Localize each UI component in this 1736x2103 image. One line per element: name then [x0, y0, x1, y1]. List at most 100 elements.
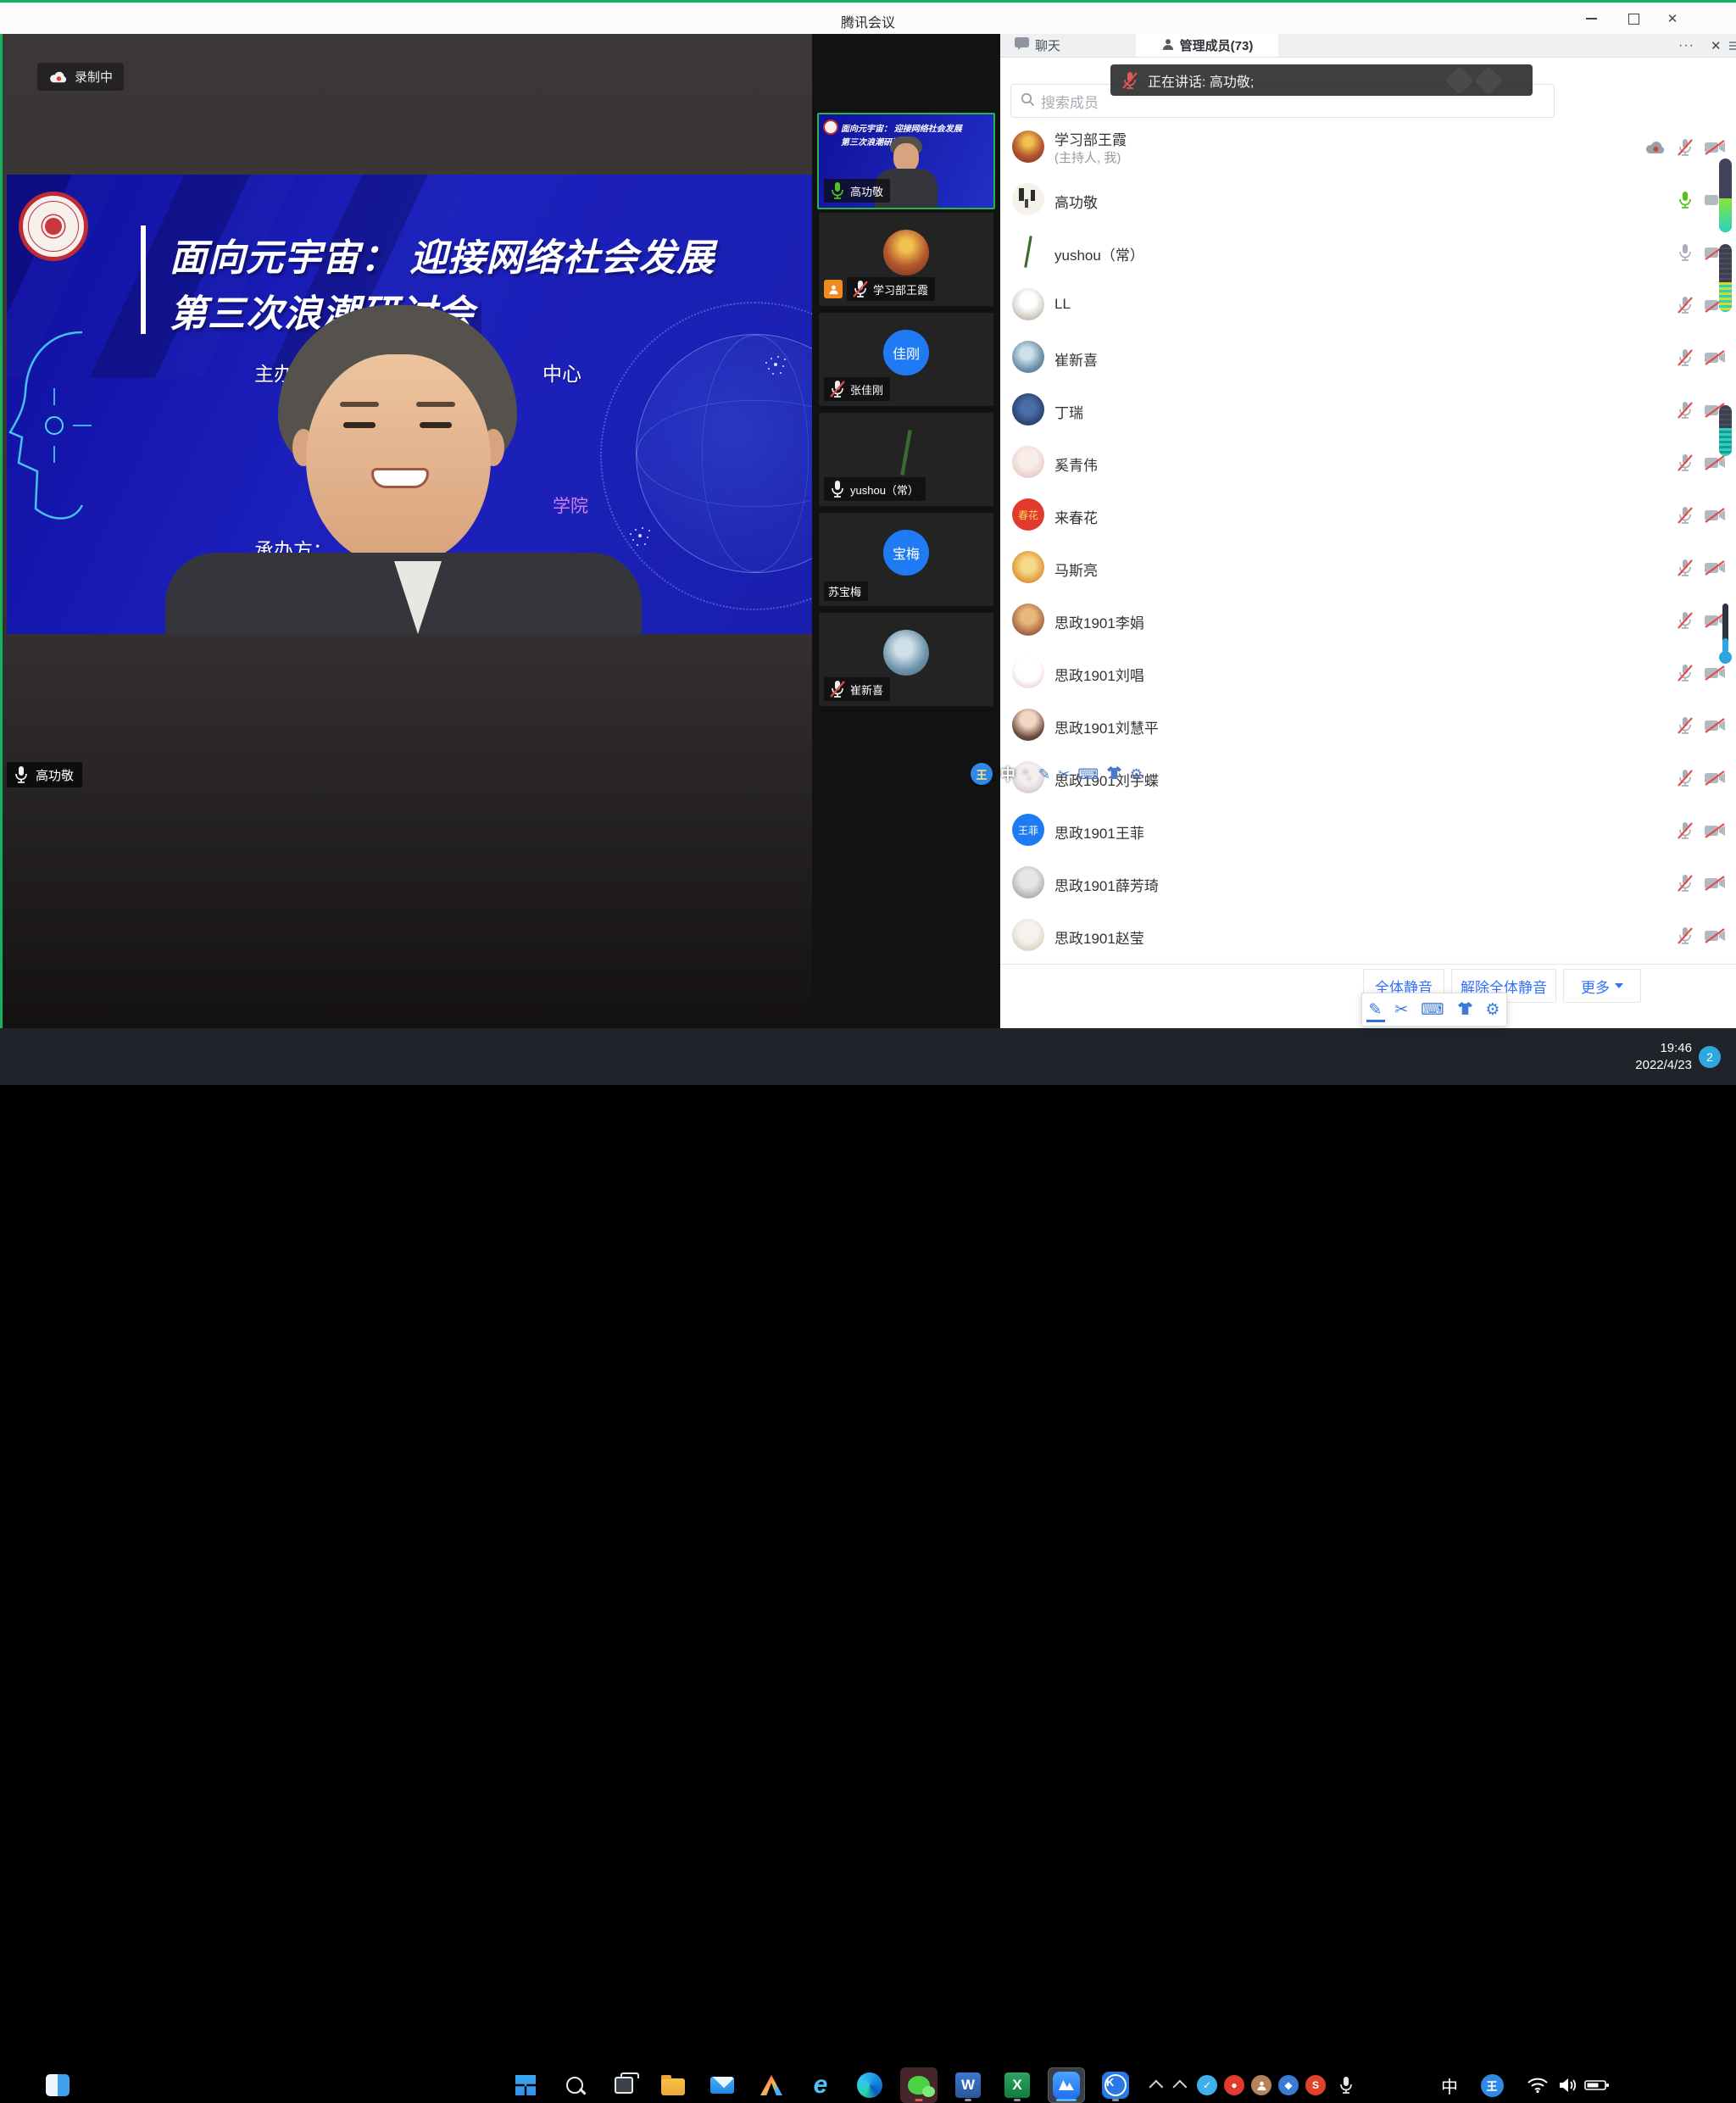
member-row[interactable]: 学习部王霞 (主持人, 我)	[1000, 121, 1736, 174]
taskbar-clock[interactable]: 19:46 2022/4/23	[1602, 1040, 1692, 1075]
camera-off-icon[interactable]	[1704, 139, 1726, 156]
ime-logo-icon[interactable]: 王	[1473, 2067, 1511, 2103]
member-row[interactable]: yushou（常）	[1000, 226, 1736, 279]
member-row[interactable]: 思政1901赵莹	[1000, 910, 1736, 962]
close-button[interactable]: ✕	[1660, 8, 1685, 30]
member-row[interactable]: 马斯亮	[1000, 542, 1736, 594]
mic-muted-icon[interactable]	[1676, 453, 1694, 473]
mic-muted-icon[interactable]	[1676, 873, 1694, 893]
pen-icon[interactable]: ✎	[1368, 1002, 1382, 1018]
camera-off-icon[interactable]	[1704, 454, 1726, 471]
skin-shirt-icon[interactable]	[1457, 1001, 1473, 1019]
member-row[interactable]: 思政1901刘慧平	[1000, 699, 1736, 752]
mic-muted-icon[interactable]	[1676, 137, 1694, 158]
avatar: 佳刚	[883, 330, 929, 376]
ime-mode-indicator[interactable]: 中	[1431, 2067, 1468, 2103]
ime-logo-icon[interactable]: 王	[971, 763, 993, 785]
ime-mode-indicator[interactable]: 中	[1000, 763, 1015, 785]
task-view-button[interactable]	[605, 2067, 643, 2103]
mic-muted-icon[interactable]	[1676, 505, 1694, 526]
camera-off-icon[interactable]	[1704, 927, 1726, 944]
member-row[interactable]: 思政1901李娟	[1000, 594, 1736, 647]
notification-badge[interactable]: 2	[1699, 1046, 1721, 1068]
maximize-button[interactable]	[1621, 8, 1646, 30]
excel-icon[interactable]: X	[999, 2067, 1036, 2103]
member-row[interactable]: 丁瑞	[1000, 384, 1736, 437]
keyboard-icon[interactable]: ⌨	[1077, 767, 1099, 782]
tab-chat[interactable]: 聊天	[1002, 34, 1072, 57]
volume-slider[interactable]	[1719, 604, 1732, 668]
mail-icon[interactable]	[704, 2067, 741, 2103]
edge-icon[interactable]	[851, 2067, 888, 2103]
mic-muted-icon[interactable]	[1676, 558, 1694, 578]
member-row[interactable]: 崔新喜	[1000, 331, 1736, 384]
member-row[interactable]: 思政1901刘唱	[1000, 647, 1736, 699]
tray-mic-icon[interactable]	[1327, 2067, 1365, 2103]
panel-hamburger-icon[interactable]	[1729, 40, 1736, 52]
widgets-icon[interactable]	[39, 2067, 76, 2103]
scissors-icon[interactable]: ✂	[1394, 1002, 1408, 1018]
mic-muted-icon[interactable]	[1676, 768, 1694, 788]
member-row[interactable]: 思政1901薛芳琦	[1000, 857, 1736, 910]
volume-meter[interactable]	[1719, 405, 1732, 456]
video-thumbnail[interactable]: 佳刚张佳刚	[819, 313, 993, 406]
member-name: 思政1901赵莹	[1054, 926, 1144, 948]
member-row[interactable]: 王菲 思政1901王菲	[1000, 804, 1736, 857]
ime-toolbox[interactable]: ✎ ✂ ⌨ ⚙	[1361, 993, 1507, 1026]
scissors-icon[interactable]: ✂	[1058, 767, 1070, 782]
camera-off-icon[interactable]	[1704, 875, 1726, 892]
wechat-icon[interactable]	[900, 2067, 938, 2103]
member-row[interactable]: LL	[1000, 279, 1736, 331]
gear-icon[interactable]: ⚙	[1130, 767, 1143, 782]
start-button[interactable]	[507, 2067, 544, 2103]
mic-muted-icon[interactable]	[1676, 295, 1694, 315]
word-icon[interactable]: W	[949, 2067, 987, 2103]
minimize-button[interactable]	[1578, 8, 1604, 30]
panel-close-icon[interactable]: ✕	[1711, 34, 1722, 57]
mic-icon[interactable]	[1676, 242, 1694, 263]
mic-muted-icon[interactable]	[1676, 715, 1694, 736]
member-row[interactable]: 奚青伟	[1000, 437, 1736, 489]
video-thumbnail[interactable]: 崔新喜	[819, 613, 993, 706]
video-thumbnail[interactable]: yushou（常）	[819, 413, 993, 506]
photos-app-icon[interactable]	[753, 2067, 790, 2103]
skin-shirt-icon[interactable]	[1106, 765, 1122, 782]
volume-meter[interactable]	[1719, 244, 1732, 312]
search-button[interactable]	[556, 2067, 593, 2103]
battery-icon[interactable]	[1578, 2067, 1616, 2103]
mic-muted-icon[interactable]	[1676, 610, 1694, 631]
toast-text: 正在讲话: 高功敬;	[1148, 70, 1254, 91]
panel-more-menu[interactable]: ···	[1678, 34, 1694, 57]
camera-off-icon[interactable]	[1704, 349, 1726, 366]
gear-icon[interactable]: ⚙	[1485, 1002, 1500, 1018]
ime-status-bar[interactable]: 王 中 °, ✎ ✂ ⌨ ⚙	[971, 761, 1143, 787]
camera-off-icon[interactable]	[1704, 559, 1726, 576]
volume-meter[interactable]	[1719, 159, 1732, 232]
k-app-icon[interactable]: K	[1097, 2067, 1134, 2103]
ime-punct-indicator[interactable]: °,	[1023, 768, 1031, 781]
video-thumbnail[interactable]: 宝梅苏宝梅	[819, 513, 993, 606]
mic-on-icon[interactable]	[1676, 190, 1694, 210]
camera-off-icon[interactable]	[1704, 507, 1726, 524]
camera-off-icon[interactable]	[1704, 822, 1726, 839]
video-thumbnail[interactable]: 学习部王霞	[819, 213, 993, 306]
more-button[interactable]: 更多	[1563, 969, 1641, 1003]
mic-muted-icon[interactable]	[1676, 400, 1694, 420]
mic-muted-icon[interactable]	[1676, 663, 1694, 683]
mic-muted-icon[interactable]	[1676, 926, 1694, 946]
video-thumbnail[interactable]: 面向元宇宙： 迎接网络社会发展 第三次浪潮研讨会 高功敬	[817, 113, 995, 209]
file-explorer-icon[interactable]	[654, 2067, 692, 2103]
mic-muted-icon[interactable]	[1676, 821, 1694, 841]
tab-chat-label: 聊天	[1035, 36, 1060, 54]
member-row[interactable]: 高功敬	[1000, 174, 1736, 226]
member-name: 丁瑞	[1054, 401, 1083, 422]
camera-off-icon[interactable]	[1704, 770, 1726, 787]
tab-manage-members[interactable]: 管理成员(73)	[1136, 34, 1278, 57]
camera-off-icon[interactable]	[1704, 717, 1726, 734]
internet-explorer-icon[interactable]: e	[802, 2067, 839, 2103]
pen-icon[interactable]: ✎	[1038, 767, 1050, 782]
member-row[interactable]: 春花 来春花	[1000, 489, 1736, 542]
mic-muted-icon[interactable]	[1676, 348, 1694, 368]
keyboard-icon[interactable]: ⌨	[1421, 1002, 1444, 1018]
tencent-meeting-icon[interactable]	[1048, 2067, 1085, 2103]
